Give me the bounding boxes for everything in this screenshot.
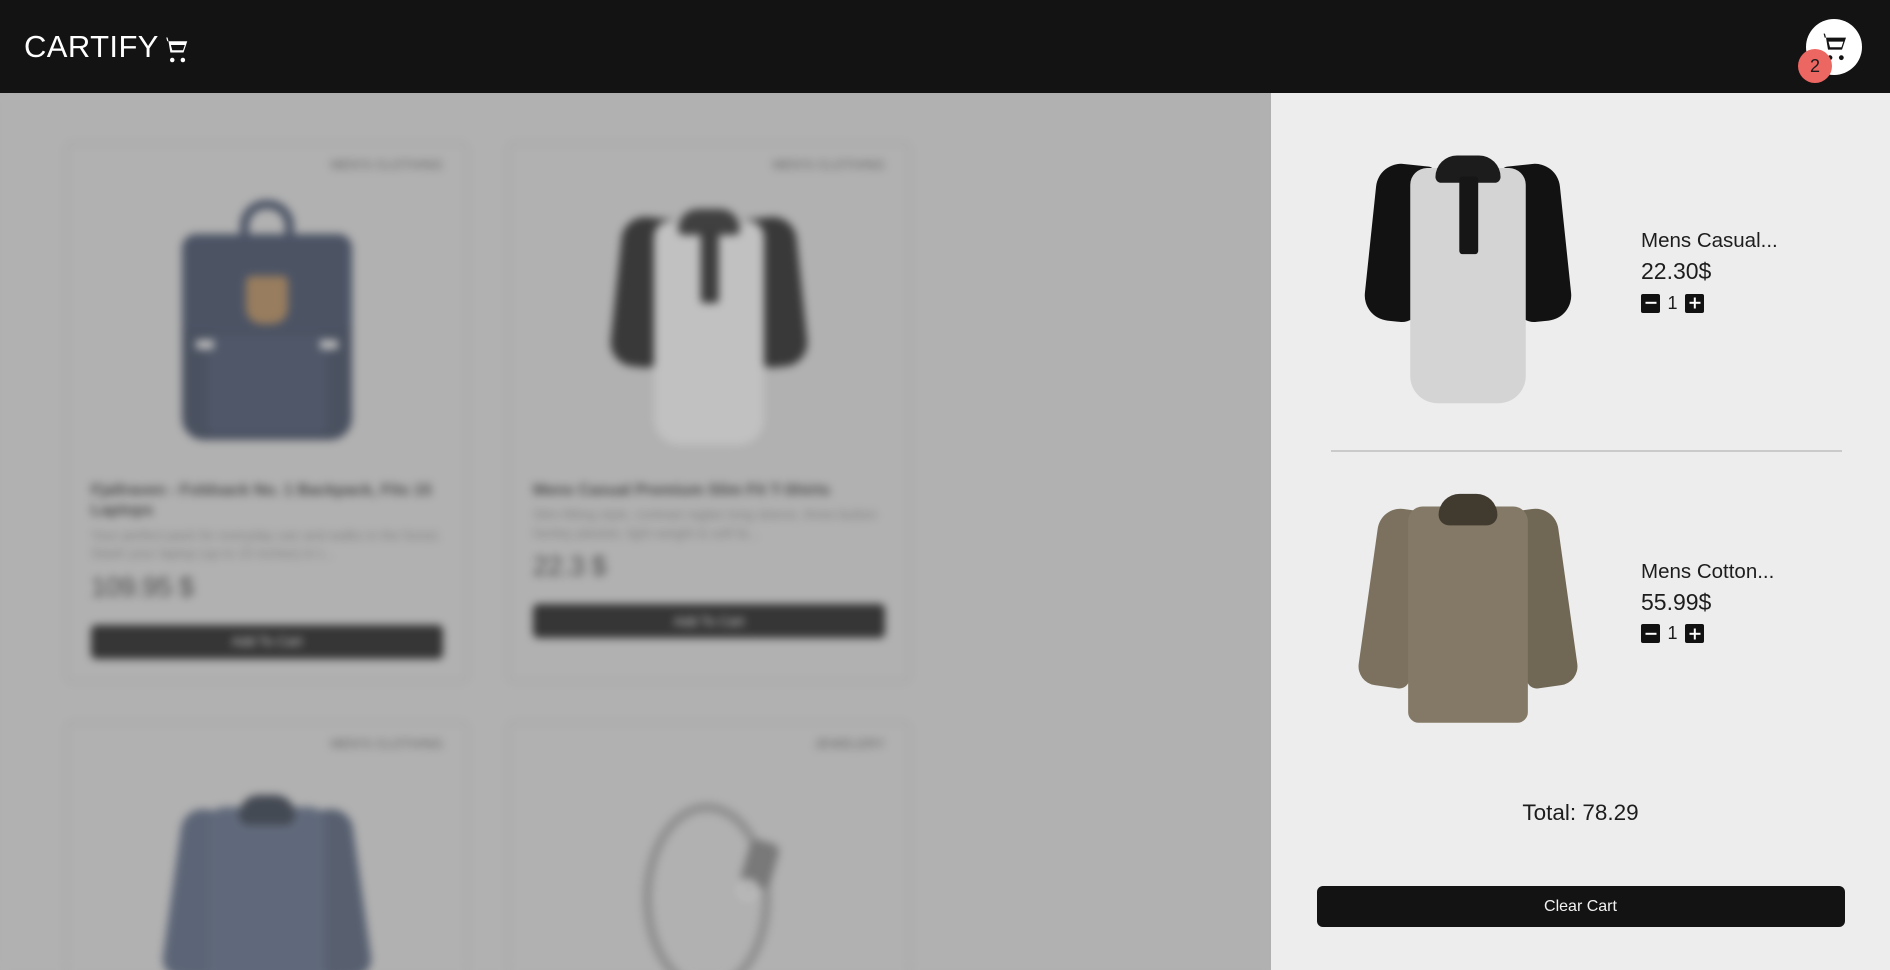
increase-quantity-button[interactable]	[1685, 293, 1704, 313]
product-category: MEN'S CLOTHING	[330, 158, 443, 172]
quantity-value: 1	[1667, 292, 1678, 313]
decrease-quantity-button[interactable]	[1641, 624, 1660, 644]
cart-item: Mens Casual... 22.30$ 1	[1271, 93, 1890, 450]
product-description: Slim-fitting style, contrast raglan long…	[533, 507, 877, 541]
product-category: MEN'S CLOTHING	[330, 736, 443, 751]
product-card[interactable]: JEWELERY John Hardy Women's Legends Naga…	[508, 721, 910, 970]
cart-toggle-button[interactable]: 2	[1798, 18, 1862, 83]
tshirt-illustration	[608, 195, 810, 445]
cart-item-name: Mens Casual...	[1641, 229, 1778, 253]
cart-item-price: 55.99$	[1641, 588, 1712, 615]
product-price: 22.3 $	[533, 551, 607, 582]
cart-item-details: Mens Cotton... 55.99$ 1	[1599, 560, 1774, 644]
product-image	[533, 182, 885, 457]
product-grid-container: MEN'S CLOTHING Fjallraven - Foldsack No.…	[0, 93, 1271, 970]
cart-item-details: Mens Casual... 22.30$ 1	[1599, 229, 1778, 313]
product-title: Fjallraven - Foldsack No. 1 Backpack, Fi…	[91, 482, 432, 520]
decrease-quantity-button[interactable]	[1641, 293, 1660, 313]
cart-item-price: 22.30$	[1641, 258, 1712, 284]
product-card[interactable]: MEN'S CLOTHING Mens Cotton Jacket Great …	[66, 721, 468, 970]
quantity-stepper: 1	[1641, 293, 1778, 314]
cart-item-image	[1337, 487, 1599, 723]
cart-item: Mens Cotton... 55.99$ 1	[1271, 452, 1890, 752]
clear-cart-button[interactable]: Clear Cart	[1316, 886, 1845, 927]
product-price: 109.95 $	[91, 571, 194, 602]
increase-quantity-button[interactable]	[1685, 624, 1704, 644]
product-title: Mens Casual Premium Slim Fit T-Shirts	[533, 482, 830, 499]
product-category: MEN'S CLOTHING	[772, 158, 885, 172]
jacket-illustration	[1356, 481, 1580, 723]
shopping-cart-icon	[161, 29, 191, 65]
cart-total: Total: 78.29	[1522, 800, 1639, 825]
cart-item-name: Mens Cotton...	[1641, 559, 1775, 583]
product-image	[533, 761, 885, 970]
brand-name: CARTIFY	[24, 29, 159, 64]
quantity-stepper: 1	[1641, 623, 1774, 644]
tshirt-illustration	[1362, 140, 1574, 403]
add-to-cart-button[interactable]: Add To Cart	[533, 604, 885, 639]
product-description: Your perfect pack for everyday use and w…	[91, 527, 441, 562]
jacket-illustration	[160, 783, 374, 970]
product-card[interactable]: MEN'S CLOTHING Mens Casual Premium Slim …	[508, 143, 910, 682]
add-to-cart-button[interactable]: Add To Cart	[91, 624, 443, 659]
quantity-value: 1	[1667, 623, 1678, 644]
backpack-illustration	[182, 199, 352, 440]
cart-item-count-badge: 2	[1798, 48, 1832, 83]
top-header: CARTIFY 2	[0, 0, 1890, 93]
product-image	[91, 761, 443, 970]
product-card[interactable]: MEN'S CLOTHING Fjallraven - Foldsack No.…	[66, 143, 468, 682]
cart-item-image	[1337, 147, 1599, 403]
cart-sidebar: Mens Casual... 22.30$ 1 Mens Cotton... 5…	[1271, 93, 1890, 970]
product-grid-blurred: MEN'S CLOTHING Fjallraven - Foldsack No.…	[0, 93, 1271, 970]
bracelet-illustration	[629, 793, 789, 970]
brand-logo[interactable]: CARTIFY	[24, 29, 191, 65]
product-category: JEWELERY	[814, 736, 885, 751]
product-grid: MEN'S CLOTHING Fjallraven - Foldsack No.…	[0, 143, 1271, 970]
product-image	[91, 182, 443, 457]
